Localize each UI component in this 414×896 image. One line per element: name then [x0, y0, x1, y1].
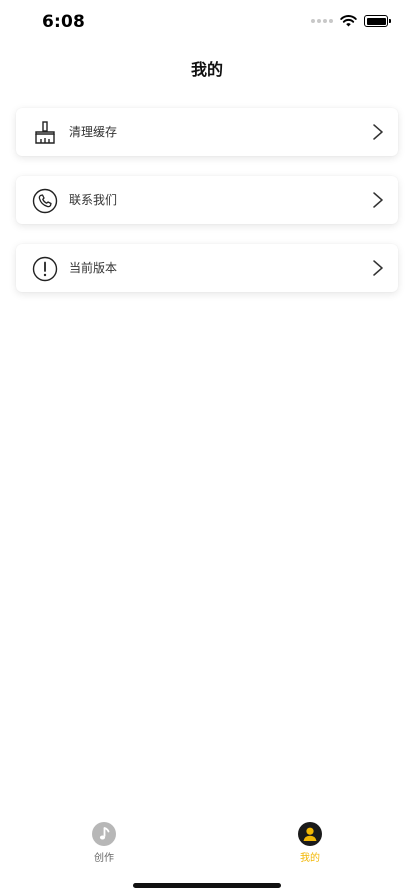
tab-create[interactable]: 创作 [74, 822, 134, 868]
chevron-right-icon [373, 192, 383, 208]
page-title: 我的 [190, 60, 223, 79]
signal-icon [311, 19, 333, 23]
music-note-icon [92, 822, 116, 846]
status-time: 6:08 [42, 12, 86, 32]
user-icon [298, 822, 322, 846]
tab-mine[interactable]: 我的 [280, 822, 340, 868]
menu-item-contact-us[interactable]: 联系我们 [16, 176, 398, 224]
info-exclamation-icon [32, 256, 58, 282]
settings-menu: 清理缓存 联系我们 当前版本 [16, 108, 398, 312]
menu-item-label: 联系我们 [69, 193, 118, 207]
status-bar: 6:08 [0, 0, 414, 44]
status-indicators [311, 15, 391, 27]
battery-icon [364, 15, 391, 27]
home-indicator [133, 883, 281, 888]
tab-label: 我的 [300, 853, 320, 864]
menu-item-current-version[interactable]: 当前版本 [16, 244, 398, 292]
broom-icon [35, 121, 55, 144]
phone-icon [32, 188, 58, 214]
wifi-icon [340, 15, 357, 27]
chevron-right-icon [373, 260, 383, 276]
menu-item-label: 当前版本 [69, 261, 118, 275]
tab-label: 创作 [94, 853, 114, 864]
menu-item-clear-cache[interactable]: 清理缓存 [16, 108, 398, 156]
menu-item-label: 清理缓存 [69, 125, 118, 139]
chevron-right-icon [373, 124, 383, 140]
